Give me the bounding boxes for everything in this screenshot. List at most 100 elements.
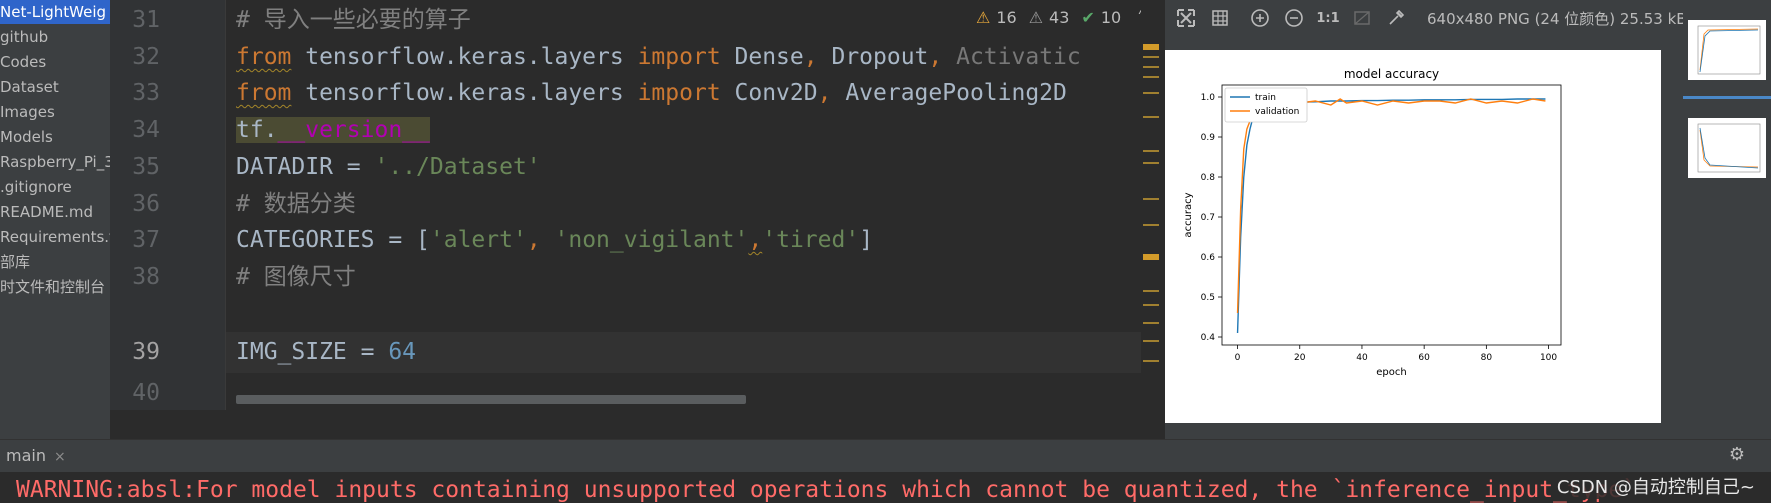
stripe-mark[interactable] [1143,254,1159,260]
sidebar-item[interactable]: 时文件和控制台 [0,275,105,299]
sidebar-item[interactable]: Dataset [0,75,59,99]
chart-title: model accuracy [1344,67,1439,81]
grid-icon[interactable] [1207,5,1233,31]
stripe-mark[interactable] [1143,76,1159,78]
stripe-mark[interactable] [1143,162,1159,164]
thumbnail-preview [1697,123,1761,173]
legend-label: validation [1255,107,1299,117]
sidebar-item[interactable]: Codes [0,50,46,74]
fit-screen-icon[interactable] [1173,5,1199,31]
zoom-in-icon[interactable] [1247,5,1273,31]
stripe-mark[interactable] [1143,198,1159,200]
code-line-32: from tensorflow.keras.layers import Dens… [236,44,1081,70]
code-line-35: DATADIR = '../Dataset' [236,154,541,180]
close-icon[interactable]: × [54,449,66,465]
thumbnail[interactable] [1688,118,1766,178]
console-output-line: WARNING:absl:For model inputs containing… [16,477,1637,503]
y-tick-label: 0.7 [1201,213,1215,223]
sidebar-item[interactable]: Models [0,125,53,149]
stripe-mark[interactable] [1143,44,1159,50]
line-number: 32 [132,44,160,70]
y-tick-label: 1.0 [1201,93,1216,103]
stripe-mark[interactable] [1143,116,1159,118]
stripe-mark[interactable] [1143,360,1159,362]
sidebar-item[interactable]: 部库 [0,250,30,274]
thumbnail-selection-indicator [1683,96,1771,99]
series-line-validation [1236,98,1546,314]
project-sidebar: Net-LightWeig github Codes Dataset Images Mod… [0,0,110,439]
x-tick-label: 100 [1540,353,1557,363]
line-number: 35 [132,154,160,180]
sidebar-item[interactable]: README.md [0,200,93,224]
weak-warning-count: 43 [1049,7,1070,27]
stripe-mark[interactable] [1143,340,1159,342]
image-viewer: 1:1 640x480 PNG (24 位颜色) 25.53 kB model … [1165,0,1771,439]
typo-check-icon: ✔ [1081,7,1095,27]
code-line-39: IMG_SIZE = 64 [236,339,417,365]
watermark: CSDN @自动控制自己~ [1552,473,1759,499]
x-tick-label: 80 [1481,353,1493,363]
stripe-mark[interactable] [1143,66,1159,68]
y-tick-label: 0.8 [1201,173,1216,183]
code-line-33: from tensorflow.keras.layers import Conv… [236,80,1067,106]
x-axis-label: epoch [1376,367,1406,378]
sidebar-item[interactable]: Images [0,100,55,124]
line-number: 40 [132,380,160,406]
sidebar-item[interactable]: .gitignore [0,175,72,199]
warning-icon: ⚠ [976,7,991,27]
sidebar-item[interactable]: Requirements.txt [0,225,110,249]
legend-label: train [1255,93,1276,103]
run-tab-main[interactable]: main × [0,440,66,472]
x-tick-label: 60 [1418,353,1430,363]
y-tick-label: 0.9 [1201,133,1216,143]
stripe-mark[interactable] [1143,56,1159,58]
plot-frame [1221,84,1562,346]
code-line-36: # 数据分类 [236,191,356,217]
run-tool-bar: main × ⚙ [0,439,1771,472]
stripe-mark[interactable] [1143,290,1159,292]
warning-count: 16 [996,7,1017,27]
thumbnail[interactable] [1688,20,1766,80]
line-number: 38 [132,264,160,290]
x-tick-label: 20 [1294,353,1306,363]
error-stripe[interactable] [1141,0,1165,410]
line-number: 37 [132,227,160,253]
y-tick-label: 0.4 [1201,333,1216,343]
line-number: 31 [132,7,160,33]
horizontal-scrollbar[interactable] [236,395,746,404]
sidebar-item[interactable]: Raspberry_Pi_3B [0,150,110,174]
code-line-31: # 导入一些必要的算子 [236,7,471,33]
typo-count: 10 [1100,7,1122,27]
stripe-mark[interactable] [1143,92,1159,94]
gear-icon[interactable]: ⚙ [1729,444,1745,465]
stripe-mark[interactable] [1143,304,1159,306]
code-line-37: CATEGORIES = ['alert', 'non_vigilant','t… [236,227,874,253]
code-line-34: tf.__version__ [236,117,430,143]
y-tick-label: 0.5 [1201,293,1215,303]
series-line-train [1236,98,1546,334]
stripe-mark[interactable] [1143,150,1159,152]
x-tick-label: 40 [1356,353,1368,363]
x-tick-label: 0 [1235,353,1241,363]
sidebar-item[interactable]: github [0,25,48,49]
thumbnail-strip [1683,0,1771,439]
stripe-mark[interactable] [1143,224,1159,226]
weak-warning-icon: ⚠ [1028,7,1044,27]
zoom-out-icon[interactable] [1281,5,1307,31]
background-toggle-icon[interactable] [1349,5,1375,31]
code-line-38: # 图像尺寸 [236,264,356,290]
color-picker-icon[interactable] [1383,5,1409,31]
accuracy-chart: model accuracy epoch accuracy 0 20 40 60 80 100 0… [1183,67,1562,378]
run-panel: main × ⚙ WARNING:absl:For model inputs co… [0,439,1771,503]
y-tick-label: 0.6 [1201,253,1216,263]
line-number: 34 [132,117,160,143]
image-info: 640x480 PNG (24 位颜色) 25.53 kB [1427,9,1687,28]
line-number: 33 [132,80,160,106]
sidebar-item[interactable]: Net-LightWeig [0,0,110,24]
line-number-gutter: 31 32 33 34 35 36 37 38 39 40 [110,0,226,439]
code-editor[interactable]: # 导入一些必要的算子 from tensorflow.keras.layers… [226,0,1141,410]
image-canvas: model accuracy epoch accuracy 0 20 40 60 80 100 0… [1165,50,1661,423]
image-toolbar: 1:1 640x480 PNG (24 位颜色) 25.53 kB [1165,0,1771,36]
stripe-mark[interactable] [1143,322,1159,324]
actual-size-button[interactable]: 1:1 [1315,5,1341,31]
